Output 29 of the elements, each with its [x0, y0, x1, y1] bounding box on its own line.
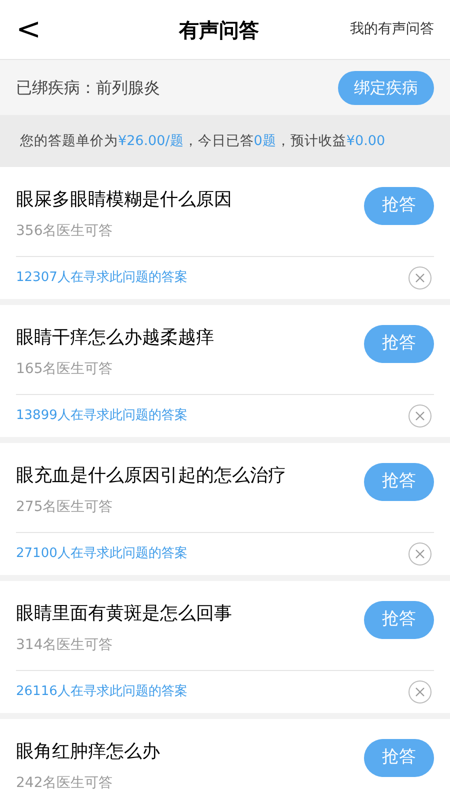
seekers-count: 26116人在寻求此问题的答案: [16, 683, 188, 702]
grab-answer-button[interactable]: 抢答: [364, 601, 434, 639]
back-button[interactable]: <: [16, 14, 48, 44]
seekers-count: 27100人在寻求此问题的答案: [16, 545, 188, 564]
grab-answer-button[interactable]: 抢答: [364, 463, 434, 501]
question-title: 眼屎多眼睛模糊是什么原因: [16, 188, 232, 212]
close-icon[interactable]: [408, 404, 432, 428]
doctor-count: 242名医生可答: [16, 774, 114, 793]
page-title: 有声问答: [179, 16, 259, 44]
bound-disease-text: 已绑疾病：前列腺炎: [16, 76, 160, 98]
seekers-count: 13899人在寻求此问题的答案: [16, 407, 188, 426]
earnings-info-text: 您的答题单价为¥26.00/题，今日已答0题，预计收益¥0.00: [20, 132, 386, 151]
question-title: 眼角红肿痒怎么办: [16, 740, 160, 764]
doctor-count: 314名医生可答: [16, 636, 114, 655]
close-icon[interactable]: [408, 542, 432, 566]
seekers-count: 12307人在寻求此问题的答案: [16, 269, 188, 288]
doctor-count: 165名医生可答: [16, 360, 114, 379]
doctor-count: 356名医生可答: [16, 222, 114, 241]
grab-answer-button[interactable]: 抢答: [364, 325, 434, 363]
grab-answer-button[interactable]: 抢答: [364, 739, 434, 777]
question-title: 眼充血是什么原因引起的怎么治疗: [16, 464, 286, 488]
question-title: 眼睛干痒怎么办越柔越痒: [16, 326, 214, 350]
question-title: 眼睛里面有黄斑是怎么回事: [16, 602, 232, 626]
close-icon[interactable]: [408, 680, 432, 704]
bind-disease-button[interactable]: 绑定疾病: [338, 70, 434, 104]
doctor-count: 275名医生可答: [16, 498, 114, 517]
grab-answer-button[interactable]: 抢答: [364, 187, 434, 225]
close-icon[interactable]: [408, 266, 432, 290]
my-answers-link[interactable]: 我的有声问答: [350, 19, 434, 40]
